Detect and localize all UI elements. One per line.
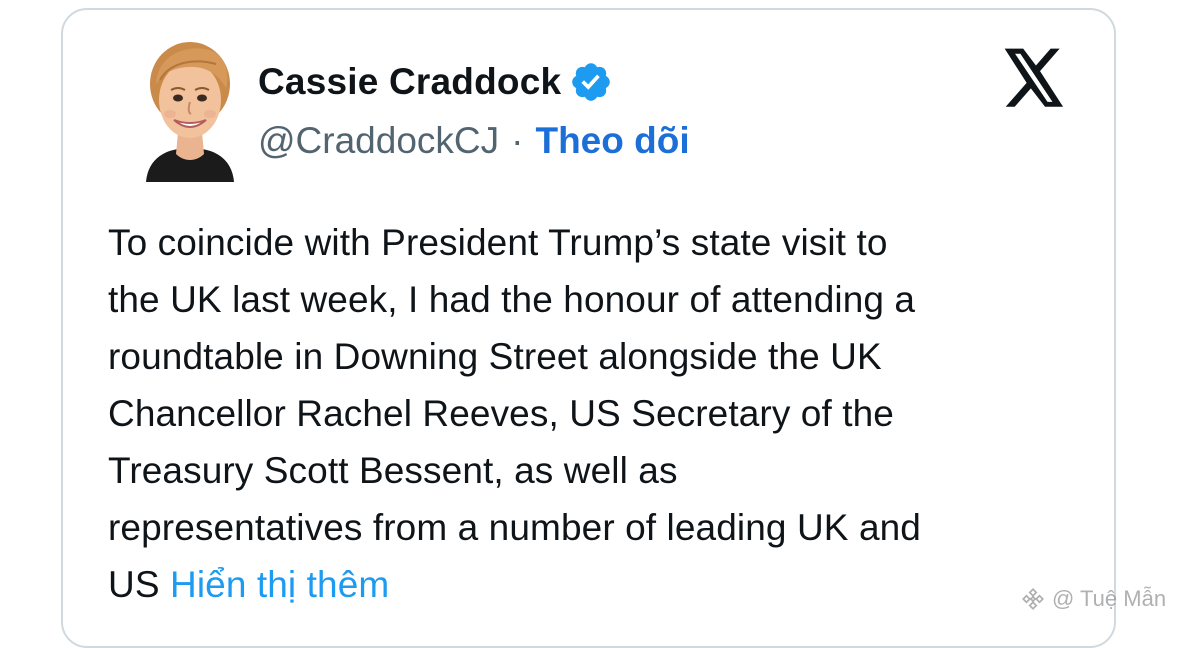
tweet-body-line: To coincide with President Trump’s state… xyxy=(108,222,888,263)
tweet-body-line: roundtable in Downing Street alongside t… xyxy=(108,336,882,377)
author-handle[interactable]: @CraddockCJ xyxy=(258,120,499,162)
watermark: @ Tuệ Mẫn xyxy=(1020,586,1166,612)
separator-dot: · xyxy=(511,120,524,161)
verified-badge-icon xyxy=(572,63,611,101)
handle-row: @CraddockCJ · Theo dõi xyxy=(258,119,690,163)
avatar[interactable] xyxy=(136,40,244,182)
show-more-link[interactable]: Hiển thị thêm xyxy=(170,564,389,605)
tweet-body-line: the UK last week, I had the honour of at… xyxy=(108,279,916,320)
tweet-body-line: US xyxy=(108,564,160,605)
tweet-body: To coincide with President Trump’s state… xyxy=(108,214,1098,613)
binance-diamond-icon xyxy=(1022,588,1044,610)
follow-button[interactable]: Theo dõi xyxy=(535,120,689,162)
author-name[interactable]: Cassie Craddock xyxy=(258,61,561,103)
tweet-body-line: Chancellor Rachel Reeves, US Secretary o… xyxy=(108,393,894,434)
tweet-body-line: Treasury Scott Bessent, as well as xyxy=(108,450,678,491)
tweet-body-last-line: US Hiển thị thêm xyxy=(108,556,1098,613)
watermark-text: @ Tuệ Mẫn xyxy=(1052,586,1167,611)
author-name-row[interactable]: Cassie Craddock xyxy=(258,60,613,104)
tweet-body-line: representatives from a number of leading… xyxy=(108,507,921,548)
x-logo-icon[interactable] xyxy=(1002,48,1066,108)
